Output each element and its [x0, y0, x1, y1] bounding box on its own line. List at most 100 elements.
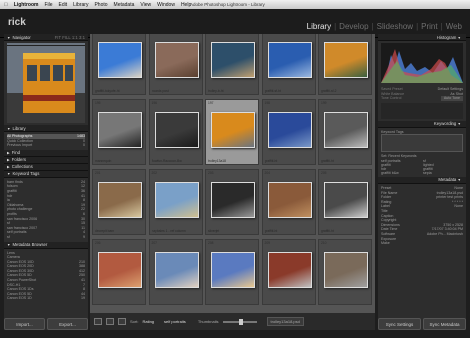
thumbnail-image[interactable] [154, 252, 199, 288]
thumbnail-cell[interactable]: 206 [92, 239, 146, 305]
library-title: Library [12, 125, 26, 131]
keyword-tag-item[interactable]: sf 9 [7, 235, 85, 240]
histogram-header[interactable]: Histogram ▼ [378, 34, 466, 41]
thumbnail-cell[interactable]: 210 [318, 239, 372, 305]
navigator-header[interactable]: ▼ Navigator FIT FILL 1:1 3:1 [4, 34, 88, 41]
module-develop[interactable]: Develop [339, 22, 368, 31]
thumbnail-filename: sliverjet [208, 229, 220, 233]
thumbnail-cell[interactable]: 190 graffiti-tokyofe-ht [92, 34, 146, 95]
menu-bar:  Lightroom File Edit Library Photo Meta… [0, 0, 470, 9]
library-item-previous-import[interactable]: Previous Import 0 [7, 143, 85, 148]
menu-edit[interactable]: Edit [59, 2, 68, 8]
triangle-right-icon: ▶ [7, 158, 10, 163]
thumbnail-image[interactable] [154, 182, 199, 218]
thumbnail-image[interactable] [211, 252, 255, 288]
find-header[interactable]: ▶ Find [4, 149, 88, 157]
thumbnail-cell[interactable]: 207 [148, 239, 203, 305]
module-library[interactable]: Library [307, 22, 331, 31]
loupe-view-icon[interactable] [106, 318, 114, 325]
thumbnail-cell[interactable]: 195 mannequin [92, 99, 146, 165]
thumbnail-image[interactable] [98, 182, 142, 218]
thumbnail-cell[interactable]: 205 graffiti-ht [318, 169, 372, 235]
metadata-header[interactable]: Metadata ▼ [378, 176, 466, 184]
module-slideshow[interactable]: Slideshow [377, 22, 413, 31]
import-button[interactable]: Import... [4, 318, 45, 330]
thumbnail-image[interactable] [267, 252, 312, 288]
thumbnail-cell[interactable]: 194 graffiti-sf-2 [318, 34, 372, 95]
menu-metadata[interactable]: Metadata [114, 2, 135, 8]
menu-window[interactable]: Window [157, 2, 175, 8]
thumbnail-cell[interactable]: 193 graffiti-sf-ht [261, 34, 316, 95]
thumbnail-image[interactable] [267, 182, 312, 218]
compare-view-icon[interactable] [118, 318, 126, 325]
keyword-tag-item-label: sf [7, 234, 10, 239]
navigator-preview[interactable] [7, 43, 85, 123]
thumbnail-image[interactable] [324, 112, 368, 148]
thumbnail-filename: graffiti-sf-ht [264, 89, 281, 93]
folders-header[interactable]: ▶ Folders [4, 156, 88, 164]
navigator-zoom-options[interactable]: FIT FILL 1:1 3:1 [55, 35, 85, 40]
thumbnail-image[interactable] [267, 42, 312, 78]
thumbnail-index: 206 [95, 241, 101, 245]
thumbnail-image[interactable] [154, 112, 199, 148]
keyword-tags-field[interactable] [381, 134, 463, 153]
menu-library[interactable]: Library [73, 2, 88, 8]
keyword-suggestion[interactable]: sepia [423, 171, 463, 175]
thumbnail-cell[interactable]: 204 graffiti-ht [261, 169, 316, 235]
thumbnail-image[interactable] [324, 182, 368, 218]
auto-tone-button[interactable]: Auto Tone [440, 96, 463, 101]
thumbnail-cell[interactable]: 198 graffiti-ht [261, 99, 316, 165]
library-list: All Photographs 1483 Quick Collection 0 Pr… [4, 132, 88, 150]
sync-metadata-button[interactable]: Sync Metadata [423, 318, 466, 330]
thumbnail-image[interactable] [211, 112, 255, 148]
slider-thumb[interactable] [238, 318, 243, 325]
thumbnail-cell[interactable]: 192 trolley-b-ht [205, 34, 259, 95]
thumbnail-image[interactable] [211, 42, 255, 78]
thumbnail-image[interactable] [98, 42, 142, 78]
thumbnail-image[interactable] [324, 42, 368, 78]
thumbnail-index: 191 [152, 34, 158, 35]
quick-develop-controls[interactable] [381, 102, 463, 119]
thumbnail-image[interactable] [98, 112, 142, 148]
menu-app[interactable]: Lightroom [14, 2, 39, 8]
keyword-suggestion[interactable]: graffiti b&w [381, 171, 421, 175]
filename-field[interactable]: trolley13a18.psd [266, 317, 304, 326]
apple-icon[interactable]:  [4, 2, 8, 8]
thumbnail-cell[interactable]: 199 graffiti-ht [318, 99, 372, 165]
thumbnail-image[interactable] [98, 252, 142, 288]
metadata-browser-list: Lens Camera Canon EOS 10D 210 Canon EOS 20D 3… [4, 249, 88, 304]
menu-view[interactable]: View [140, 2, 151, 8]
thumbnail-cell[interactable]: 201 decrepit barn [92, 169, 146, 235]
thumbnail-image[interactable] [211, 182, 255, 218]
keywording-header[interactable]: Keywording ▼ [378, 120, 466, 128]
thumbnail-index: 203 [208, 171, 214, 175]
collections-header[interactable]: ▶ Collections [4, 163, 88, 171]
keyword-tags-header[interactable]: ▼ Keyword Tags [4, 170, 88, 178]
thumbnail-size-slider[interactable] [222, 318, 257, 325]
thumbnail-image[interactable] [154, 42, 199, 78]
export-button[interactable]: Export... [47, 318, 88, 330]
thumbnail-cell[interactable]: 191 boards post [148, 34, 203, 95]
thumbnail-cell[interactable]: 209 [261, 239, 316, 305]
metadata-field[interactable]: Make [381, 241, 463, 246]
library-header[interactable]: ▼ Library [4, 125, 88, 132]
module-web[interactable]: Web [446, 22, 462, 31]
thumbnail-cell[interactable]: 196 flowfun-Raccoon-Bw [148, 99, 203, 165]
thumbnail-index: 194 [321, 34, 327, 35]
grid-view-icon[interactable] [94, 318, 102, 325]
tone-control-row[interactable]: Tone Control Auto Tone [381, 96, 463, 101]
active-collection[interactable]: self portraits [164, 319, 186, 324]
menu-file[interactable]: File [44, 2, 52, 8]
thumbnail-cell[interactable]: 203 sliverjet [205, 169, 259, 235]
sort-select[interactable]: Rating [142, 319, 154, 324]
thumbnail-image[interactable] [324, 252, 368, 288]
thumbnail-cell[interactable]: 208 [205, 239, 259, 305]
module-print[interactable]: Print [421, 22, 437, 31]
menu-photo[interactable]: Photo [94, 2, 107, 8]
thumbnail-cell[interactable]: 197 trolley13a18 [205, 99, 259, 165]
sync-settings-button[interactable]: Sync Settings [378, 318, 421, 330]
thumbnail-image[interactable] [267, 112, 312, 148]
thumbnail-cell[interactable]: 202 haybales 1 - ref column [148, 169, 203, 235]
metadata-browser-header[interactable]: ▼ Metadata Browser [4, 241, 88, 249]
metadata-browser-item[interactable]: Canon EOS 1D 19 [7, 296, 85, 301]
